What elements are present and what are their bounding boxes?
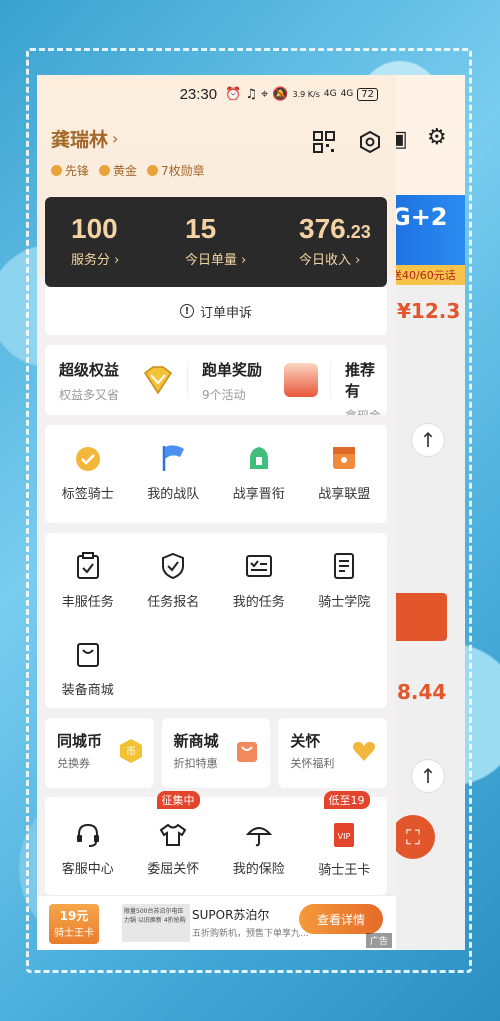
promo-run-rewards[interactable]: 跑单奖励 9个活动: [188, 345, 330, 415]
headphone-icon: ♫: [245, 86, 257, 102]
background-promo-banner[interactable]: G+2: [385, 195, 465, 265]
shield-check-icon: [158, 551, 188, 581]
chevron-right-icon: ›: [112, 129, 119, 148]
badge-row: 先锋 黄金 7枚勋章: [45, 162, 388, 179]
background-price-2: 8.44: [397, 680, 447, 704]
order-appeal-label: 订单申诉: [199, 305, 252, 321]
rider-king-card-ad[interactable]: 19元 骑士王卡: [49, 904, 99, 944]
today-income-value: 376.23: [299, 213, 371, 244]
settings-icon[interactable]: [358, 130, 382, 154]
diamond-icon: [141, 363, 175, 397]
badge-medals[interactable]: 7枚勋章: [147, 162, 205, 179]
grid-item-my-insurance[interactable]: 我的保险: [216, 797, 302, 877]
service-score-value: 100: [71, 213, 118, 244]
grid-item-fengfu-task[interactable]: 丰服任务: [45, 533, 131, 613]
quick-cards-row: 同城币 兑换券 币 新商城 折扣特惠 关怀 关怀福利: [45, 718, 388, 788]
background-up-arrow-icon[interactable]: ↑: [411, 423, 445, 457]
mute-icon: 🔕: [272, 86, 289, 102]
box-icon: [329, 443, 359, 473]
grid-item-rank-up[interactable]: 战享晋衔: [216, 425, 302, 505]
headset-icon: [73, 821, 103, 848]
badge-gold[interactable]: 黄金: [99, 162, 137, 179]
background-promo-sub: 送40/60元话: [385, 265, 465, 285]
grid-item-my-task[interactable]: 我的任务: [216, 533, 302, 613]
status-time: 23:30: [179, 85, 218, 103]
clipboard-check-icon: [73, 551, 103, 581]
svg-text:币: 币: [126, 746, 136, 758]
stats-card: 100 服务分 › 15 今日单量 › 376.23 今日收入 ›: [45, 197, 387, 287]
location-icon: ⌖: [260, 86, 269, 102]
ad-description: 五折购新机，预售下单享九...: [192, 929, 309, 939]
grid-item-customer-service[interactable]: 客服中心: [45, 797, 131, 877]
discount-tag: 低至19: [323, 791, 370, 809]
medal-icon: [99, 165, 111, 176]
header-actions: [312, 130, 382, 154]
qr-code-icon[interactable]: [312, 130, 336, 154]
ad-view-details-button[interactable]: 查看详情: [299, 904, 383, 934]
ad-label: 广告: [365, 933, 392, 948]
today-income-label: 今日收入 ›: [299, 253, 361, 268]
background-settings-icon: ⚙: [427, 125, 447, 150]
feature-grid-3: 客服中心 征集中 委屈关怀 我的保险 低至19 VIP 骑士王卡: [45, 791, 388, 895]
coin-icon: 币: [118, 738, 144, 764]
background-scan-icon[interactable]: ⛶: [391, 815, 435, 859]
today-orders-label: 今日单量 ›: [185, 253, 247, 268]
feature-grid-2: 丰服任务 任务报名 我的任务 骑士学院 装备商城: [45, 533, 387, 708]
shopping-bag-icon: [73, 639, 103, 669]
heart-icon: [351, 738, 377, 764]
flag-icon: [158, 443, 188, 473]
promo-card: 超级权益 权益多又省 跑单奖励 9个活动 推荐有 拿现金: [45, 345, 387, 415]
list-card-icon: [244, 551, 274, 581]
stat-service-score[interactable]: 100 服务分 ›: [45, 197, 159, 287]
grid-item-rider-king-card[interactable]: 低至19 VIP 骑士王卡: [302, 791, 388, 878]
document-icon: [329, 551, 359, 581]
order-appeal-button[interactable]: ! 订单申诉: [45, 287, 387, 335]
vip-card-icon: VIP: [329, 821, 359, 849]
promo-referral[interactable]: 推荐有 拿现金: [331, 345, 387, 415]
status-bar: 23:30 ⏰ ♫ ⌖ 🔕 3.9 K/s 4G 4G 72: [45, 75, 388, 113]
stat-today-income[interactable]: 376.23 今日收入 ›: [273, 197, 387, 287]
background-app-window[interactable]: ▣ ⚙ G+2 送40/60元话 ¥12.3 ↑ 8.44 ↑ ⛶: [385, 75, 465, 950]
grid-item-tag-rider[interactable]: 标签骑士: [45, 425, 131, 505]
grid-item-alliance[interactable]: 战享联盟: [302, 425, 388, 505]
background-price: ¥12.3: [397, 299, 461, 323]
ad-product-image: 限量500台苏泊尔电压力锅 以旧换新 4折抢购: [122, 904, 190, 942]
badge-pioneer[interactable]: 先锋: [51, 162, 89, 179]
medal-check-icon: [73, 443, 103, 473]
today-orders-value: 15: [185, 213, 217, 244]
medal-icon: [147, 165, 159, 176]
shopping-bag-icon: [234, 738, 260, 764]
grid-item-equipment-mall[interactable]: 装备商城: [45, 621, 131, 701]
ad-banner[interactable]: 19元 骑士王卡 限量500台苏泊尔电压力锅 以旧换新 4折抢购 SUPOR苏泊…: [37, 895, 396, 950]
card-city-coin[interactable]: 同城币 兑换券 币: [45, 718, 154, 788]
promo-super-benefits[interactable]: 超级权益 权益多又省: [45, 345, 187, 415]
feature-grid-1: 标签骑士 我的战队 战享晋衔 战享联盟: [45, 425, 387, 523]
collecting-tag: 征集中: [156, 791, 200, 809]
alarm-icon: ⏰: [225, 86, 242, 102]
grid-item-my-team[interactable]: 我的战队: [131, 425, 217, 505]
user-name[interactable]: 龚瑞林: [51, 125, 108, 152]
grid-item-grievance-care[interactable]: 征集中 委屈关怀: [131, 791, 217, 877]
battery-icon: 72: [357, 87, 378, 101]
medal-icon: [51, 165, 62, 176]
background-app-header: ▣ ⚙: [385, 75, 465, 195]
network-4g-2: 4G: [340, 89, 354, 99]
svg-text:VIP: VIP: [338, 832, 351, 841]
background-up-arrow-icon-2[interactable]: ↑: [411, 759, 445, 793]
network-4g-1: 4G: [323, 89, 337, 99]
service-score-label: 服务分 ›: [71, 253, 120, 268]
umbrella-icon: [244, 821, 274, 848]
stat-today-orders[interactable]: 15 今日单量 ›: [159, 197, 273, 287]
reward-box-icon: [284, 363, 318, 397]
card-new-mall[interactable]: 新商城 折扣特惠: [161, 718, 271, 788]
ad-brand: SUPOR苏泊尔: [192, 908, 270, 922]
net-speed: 3.9 K/s: [292, 89, 320, 99]
grid-item-task-signup[interactable]: 任务报名: [131, 533, 217, 613]
rider-app-window: 23:30 ⏰ ♫ ⌖ 🔕 3.9 K/s 4G 4G 72 龚瑞林 › 先锋 …: [37, 75, 396, 950]
alert-shield-icon: !: [179, 304, 194, 318]
shirt-icon: [158, 821, 188, 848]
card-care[interactable]: 关怀 关怀福利: [278, 718, 388, 788]
grid-item-rider-academy[interactable]: 骑士学院: [302, 533, 388, 613]
bell-up-icon: [244, 443, 274, 473]
